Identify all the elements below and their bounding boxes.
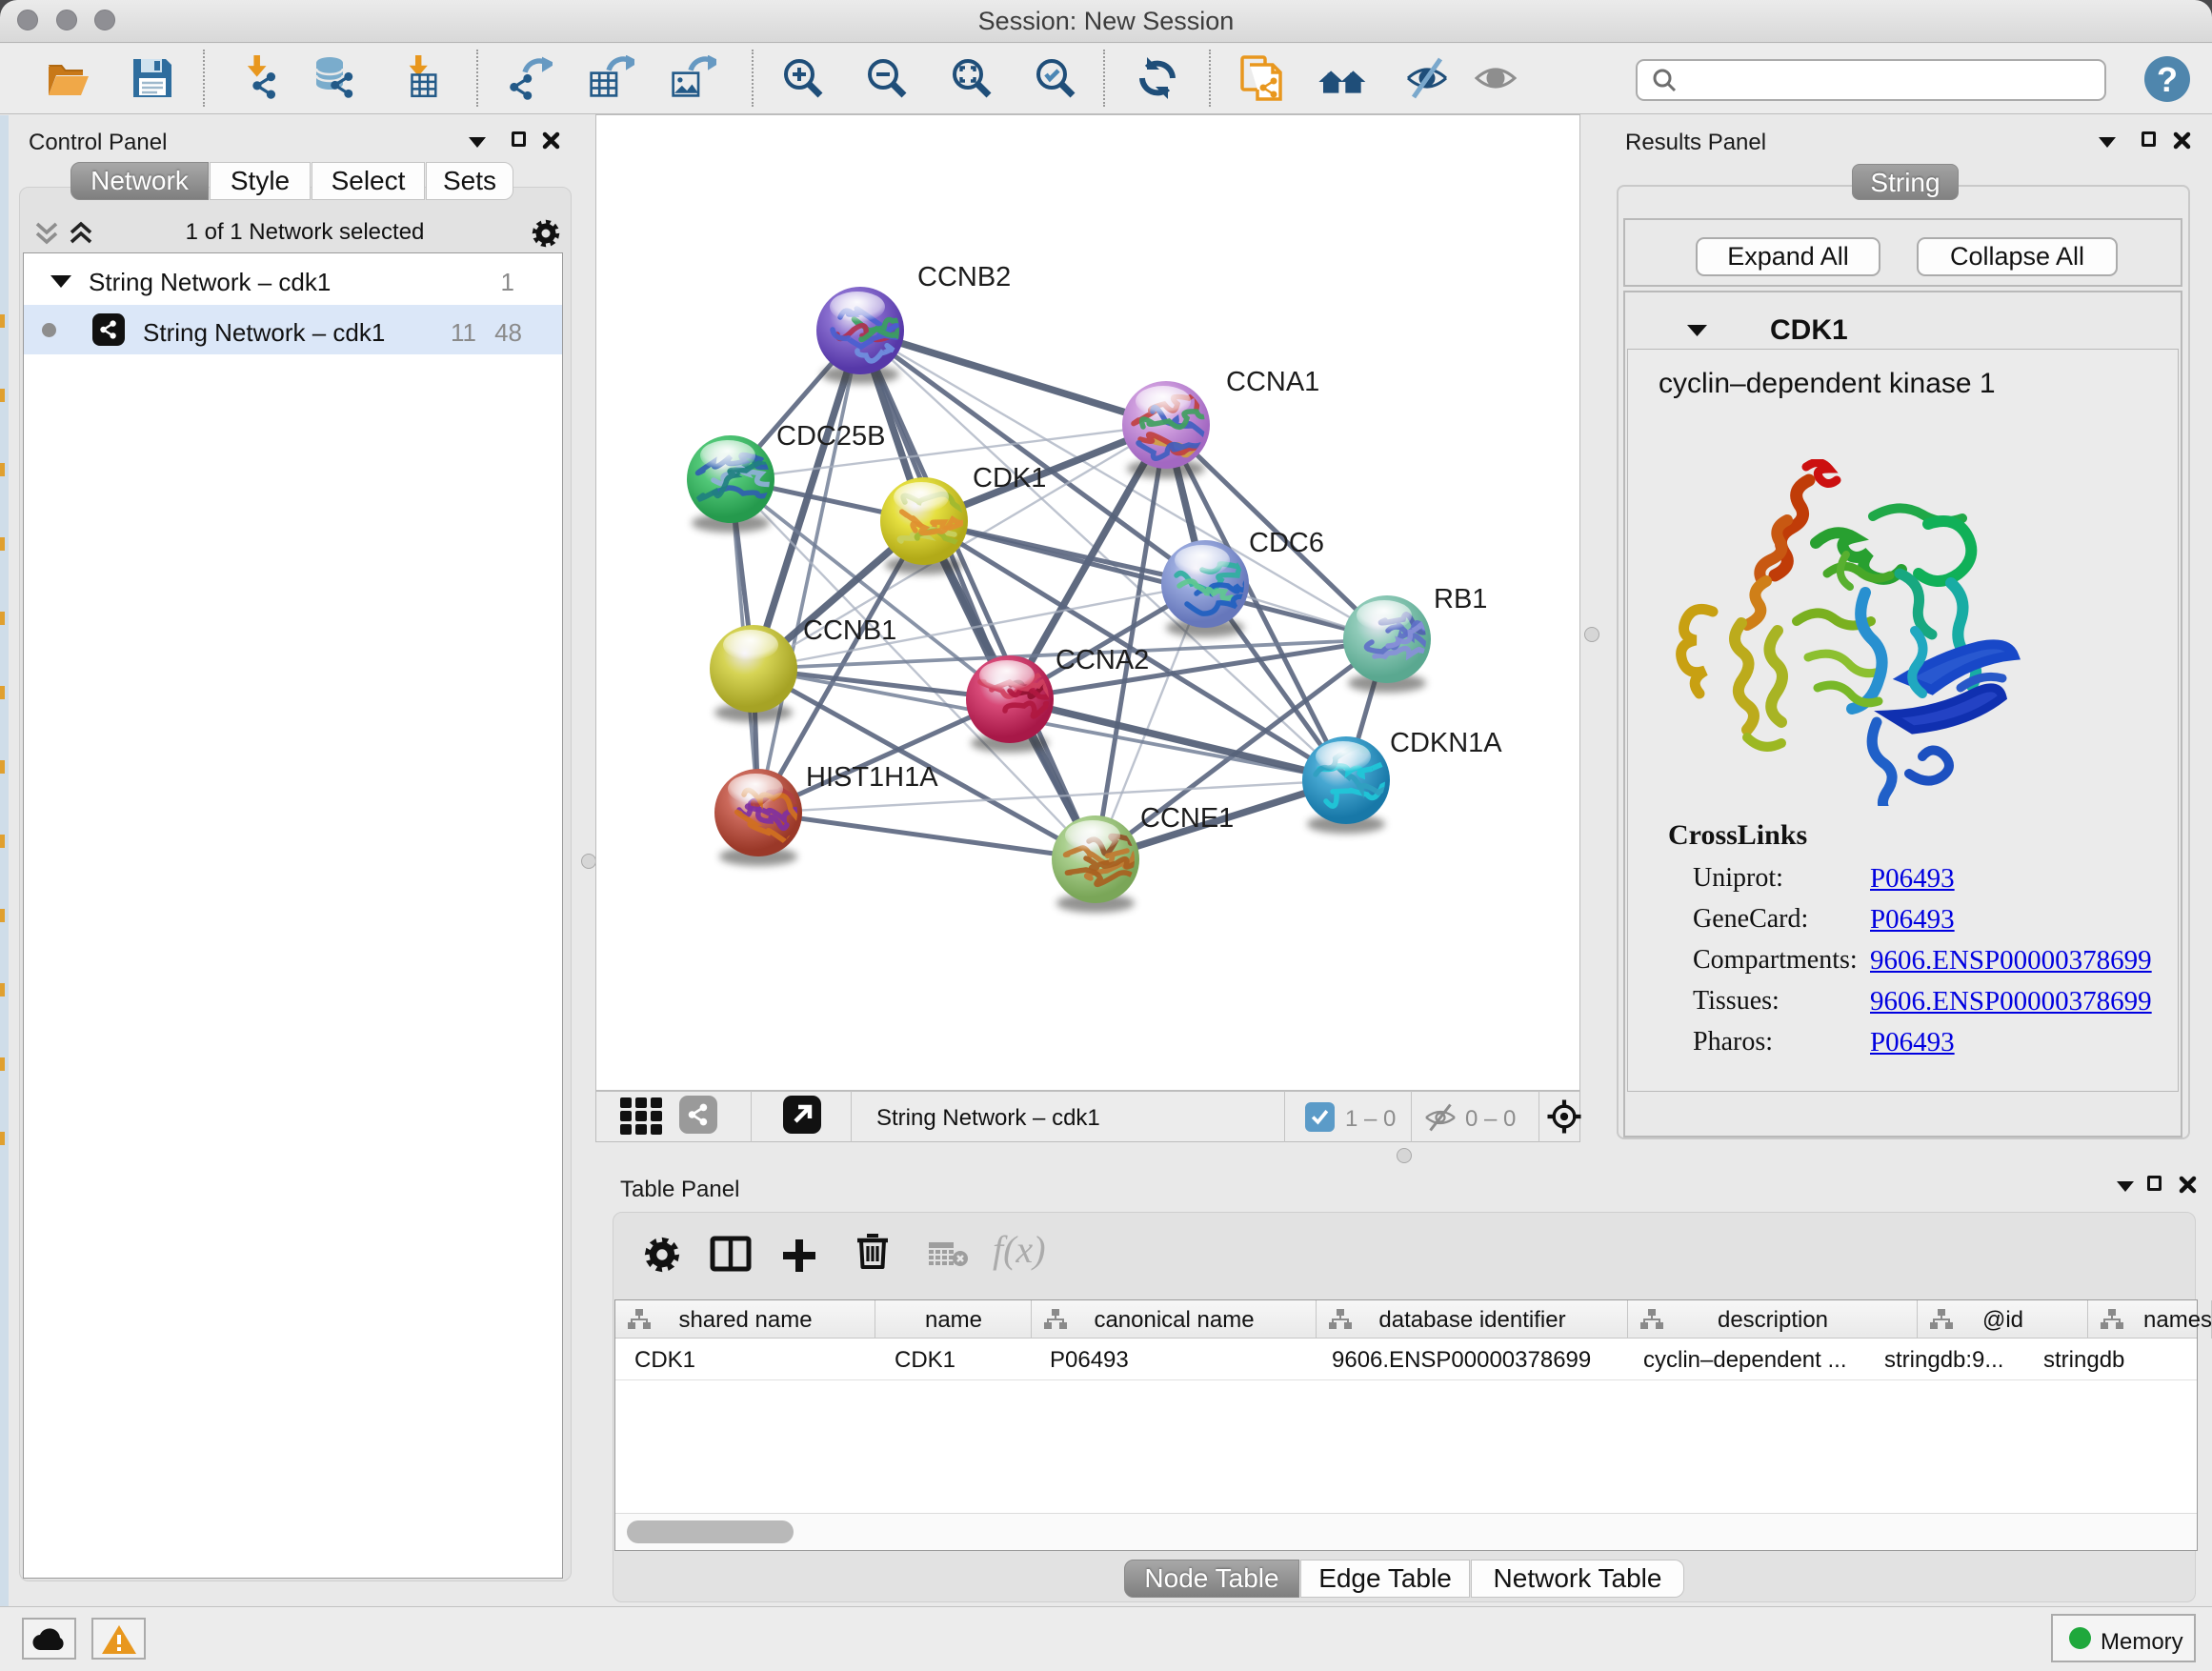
- svg-text:CCNB2: CCNB2: [917, 262, 1011, 292]
- svg-text:CDKN1A: CDKN1A: [1390, 728, 1502, 758]
- svg-text:CCNE1: CCNE1: [1140, 803, 1234, 834]
- svg-text:CDC6: CDC6: [1249, 528, 1324, 558]
- svg-text:CDC25B: CDC25B: [776, 421, 885, 452]
- svg-text:CCNA2: CCNA2: [1056, 645, 1149, 675]
- svg-text:HIST1H1A: HIST1H1A: [806, 762, 938, 793]
- svg-text:CCNA1: CCNA1: [1226, 367, 1319, 397]
- svg-text:RB1: RB1: [1434, 584, 1487, 614]
- svg-text:CDK1: CDK1: [973, 463, 1046, 493]
- svg-text:CCNB1: CCNB1: [803, 615, 896, 646]
